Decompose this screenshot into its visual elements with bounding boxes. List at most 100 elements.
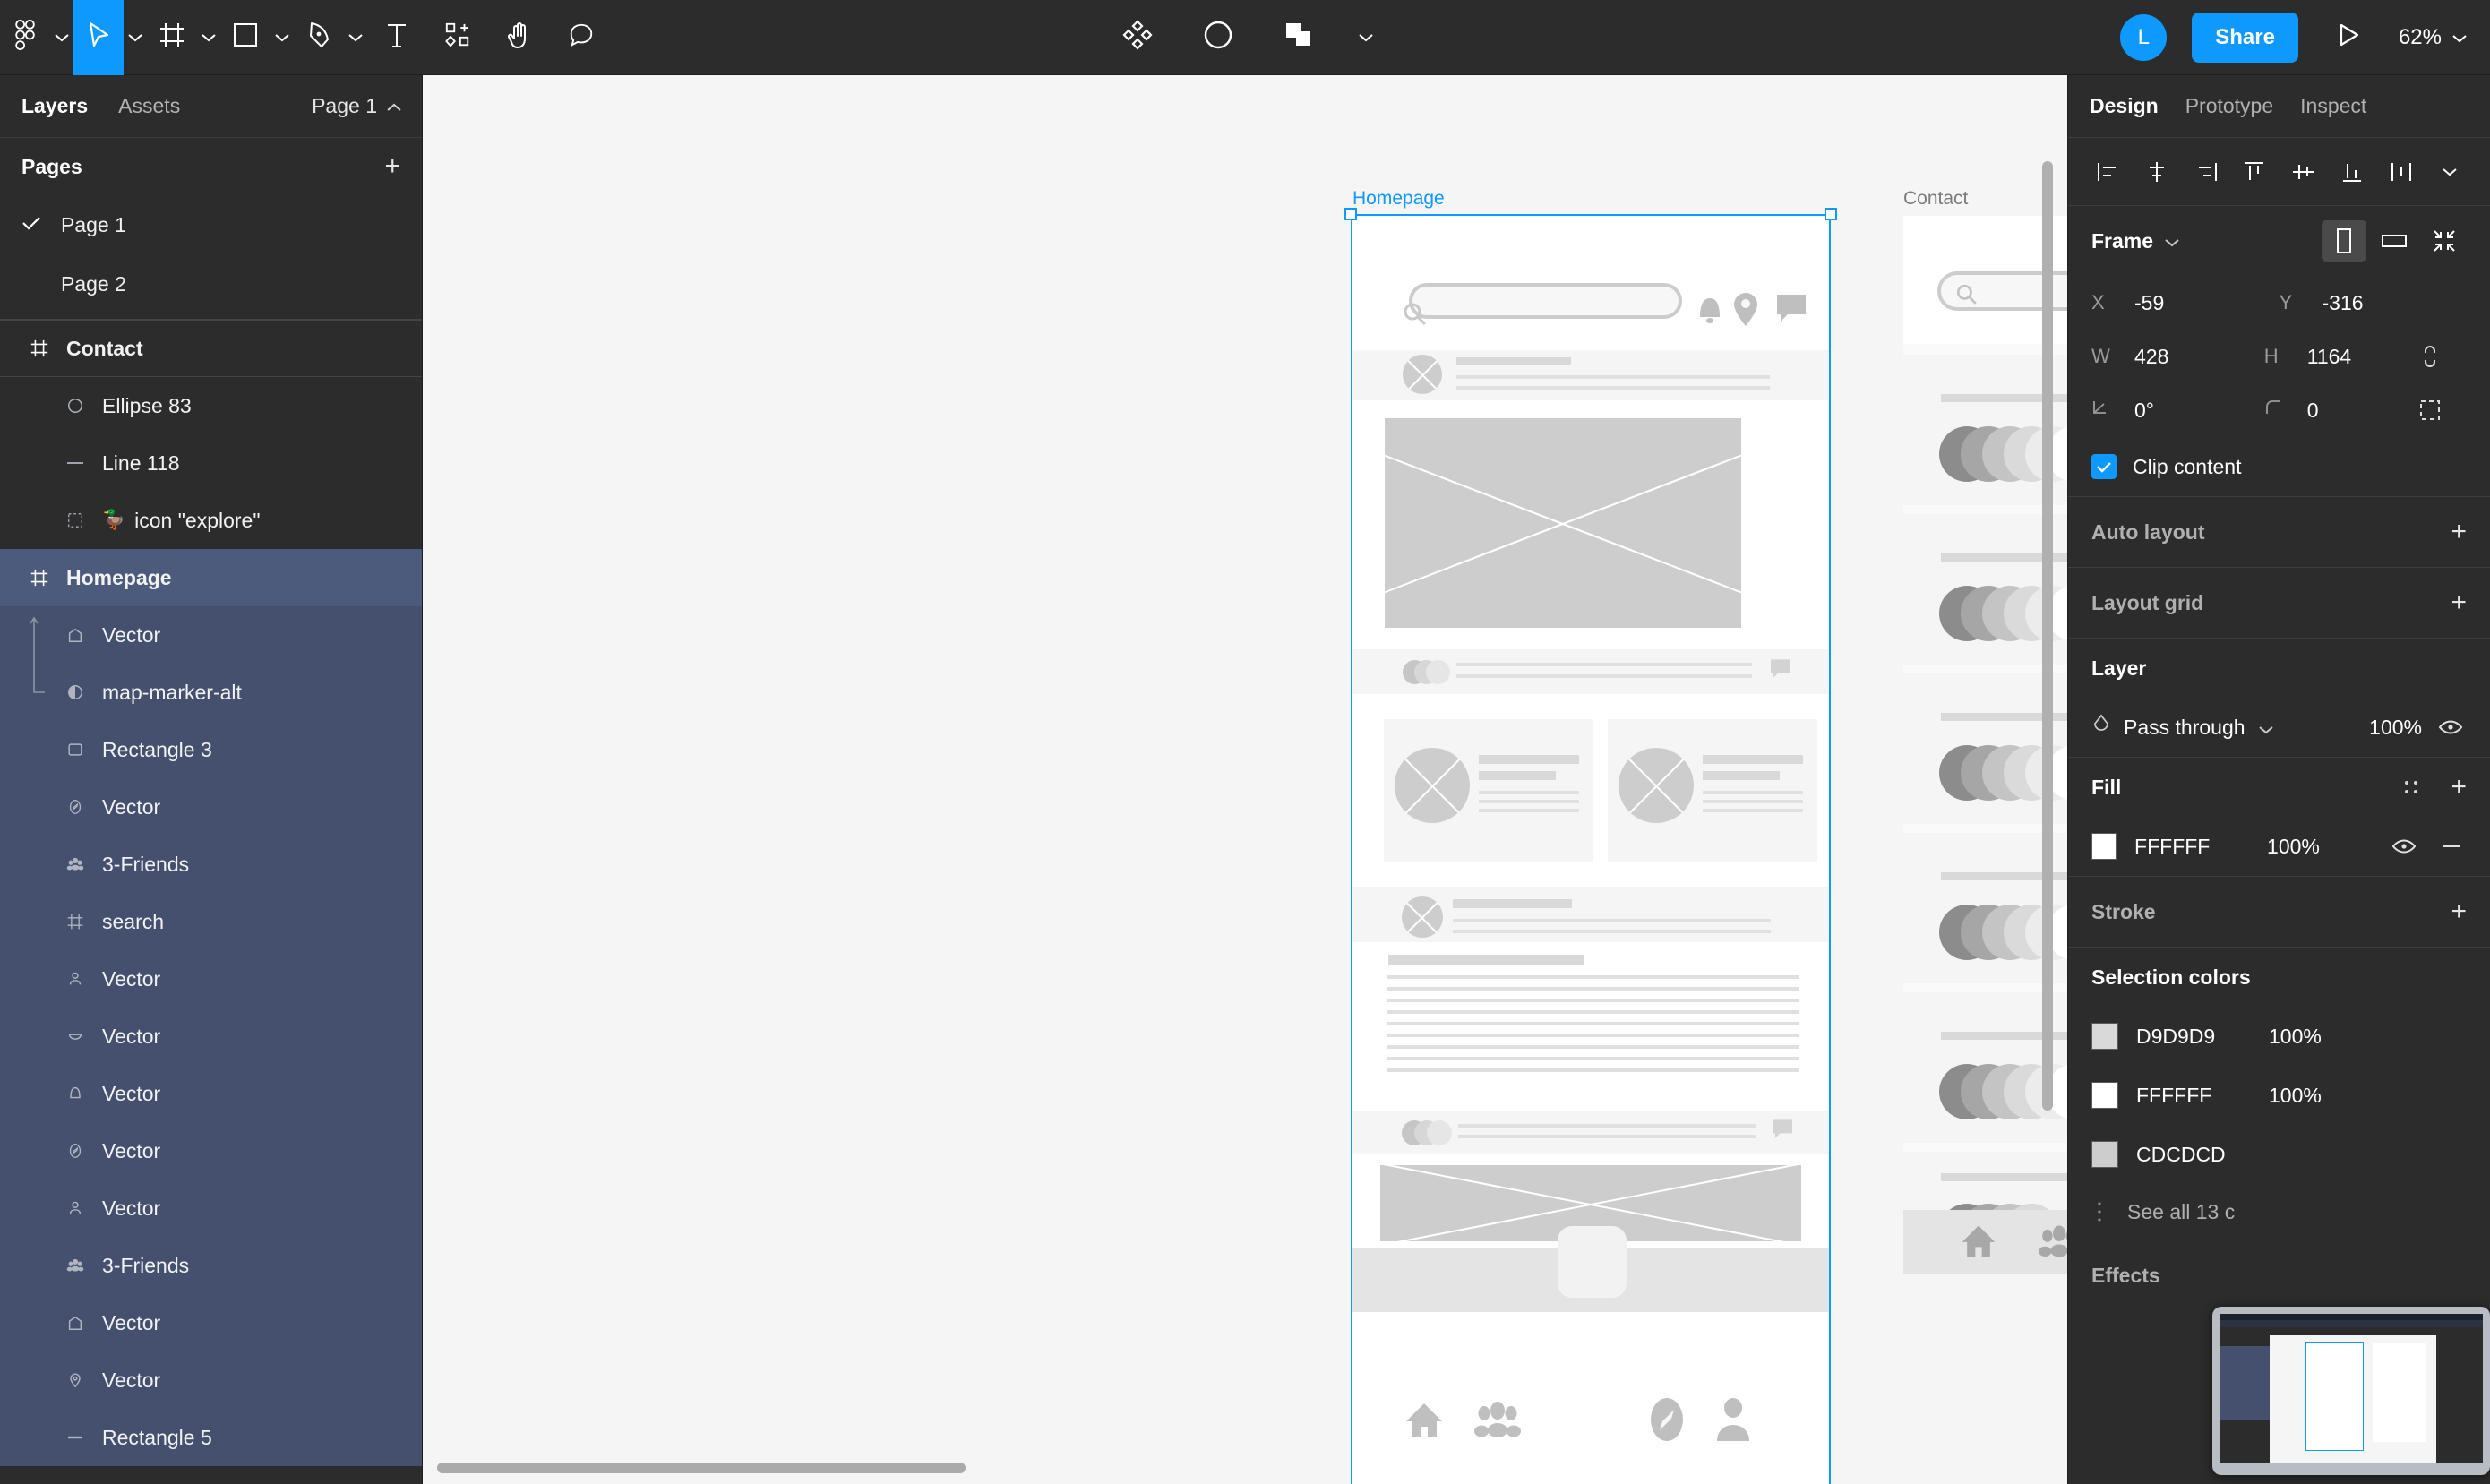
layer-row-vector-map-marker[interactable]: Vector bbox=[0, 1351, 422, 1409]
comment-icon[interactable] bbox=[1770, 1119, 1795, 1142]
fill-color-swatch[interactable] bbox=[2091, 833, 2117, 860]
y-field[interactable]: Y -316 bbox=[2280, 291, 2468, 315]
page-item-page-1[interactable]: Page 1 bbox=[0, 195, 422, 254]
layer-row-vector-bell[interactable]: Vector bbox=[0, 1065, 422, 1122]
nav-people-icon[interactable] bbox=[1474, 1398, 1521, 1441]
hand-tool-button[interactable] bbox=[489, 0, 550, 75]
move-tool-button[interactable] bbox=[73, 0, 124, 75]
add-page-button[interactable]: + bbox=[384, 153, 400, 180]
layer-row-homepage[interactable]: Homepage bbox=[0, 549, 422, 606]
comment-tool-button[interactable] bbox=[550, 0, 613, 75]
text-tool-button[interactable] bbox=[367, 0, 426, 75]
selection-color-swatch[interactable] bbox=[2091, 1141, 2118, 1168]
layer-row-search[interactable]: search bbox=[0, 893, 422, 950]
align-top-icon[interactable] bbox=[2237, 160, 2271, 184]
see-all-colors-row[interactable]: See all 13 c bbox=[2091, 1184, 2467, 1240]
resources-tool-button[interactable] bbox=[426, 0, 489, 75]
fill-opacity-value[interactable]: 100% bbox=[2267, 835, 2353, 859]
nav-home-icon[interactable] bbox=[1403, 1398, 1446, 1441]
page-item-page-2[interactable]: Page 2 bbox=[0, 254, 422, 313]
chevron-down-icon[interactable] bbox=[2164, 229, 2180, 253]
selection-color-opacity[interactable]: 100% bbox=[2269, 1084, 2355, 1108]
align-vertical-center-icon[interactable] bbox=[2287, 160, 2321, 184]
design-canvas[interactable]: Homepage Contact bbox=[423, 75, 2067, 1484]
frame-label-homepage[interactable]: Homepage bbox=[1352, 188, 1445, 210]
create-component-button[interactable] bbox=[1112, 0, 1163, 75]
nav-people-icon[interactable] bbox=[2036, 1222, 2067, 1260]
screen-preview-overlay[interactable] bbox=[2212, 1307, 2490, 1475]
present-button[interactable] bbox=[2323, 0, 2374, 75]
layer-row-map-marker-alt[interactable]: map-marker-alt bbox=[0, 664, 422, 721]
chevron-down-icon[interactable] bbox=[2258, 716, 2274, 740]
boolean-union-caret[interactable] bbox=[1354, 32, 1378, 43]
selection-color-hex[interactable]: CDCDCD bbox=[2136, 1143, 2251, 1167]
comment-icon[interactable] bbox=[1773, 293, 1809, 327]
blend-mode-value[interactable]: Pass through bbox=[2124, 716, 2245, 740]
align-right-icon[interactable] bbox=[2189, 160, 2223, 184]
selection-color-swatch[interactable] bbox=[2091, 1023, 2118, 1050]
boolean-union-button[interactable] bbox=[1274, 0, 1324, 75]
frame-tool-button[interactable] bbox=[147, 0, 197, 75]
tab-layers[interactable]: Layers bbox=[21, 94, 88, 118]
shape-tool-caret[interactable] bbox=[270, 32, 294, 43]
pen-tool-button[interactable] bbox=[294, 0, 344, 75]
selection-color-swatch[interactable] bbox=[2091, 1082, 2118, 1109]
shape-tool-button[interactable] bbox=[220, 0, 270, 75]
remove-fill-button[interactable] bbox=[2437, 843, 2467, 850]
link-icon[interactable] bbox=[2414, 344, 2446, 369]
map-marker-icon[interactable] bbox=[1732, 291, 1759, 327]
nav-person-icon[interactable] bbox=[1714, 1396, 1752, 1443]
distribute-icon[interactable] bbox=[2384, 160, 2418, 184]
bell-icon[interactable] bbox=[1695, 293, 1725, 327]
layer-row-ellipse-83[interactable]: Ellipse 83 bbox=[0, 377, 422, 434]
resize-handle-tr[interactable] bbox=[1825, 208, 1837, 220]
page-selector[interactable]: Page 1 bbox=[312, 94, 402, 118]
layer-row-vector-person-1[interactable]: Vector bbox=[0, 950, 422, 1008]
layers-list[interactable]: Contact Ellipse 83 Line 118 🦆 icon "expl… bbox=[0, 320, 422, 1484]
layer-row-contact[interactable]: Contact bbox=[0, 320, 422, 377]
layer-opacity-value[interactable]: 100% bbox=[2369, 716, 2422, 740]
align-horizontal-center-icon[interactable] bbox=[2140, 160, 2174, 184]
styles-icon[interactable] bbox=[2395, 778, 2427, 796]
selection-color-row[interactable]: D9D9D9 100% bbox=[2091, 1007, 2467, 1066]
layer-row-3-friends-2[interactable]: 3-Friends bbox=[0, 1237, 422, 1294]
canvas-horizontal-scrollbar[interactable] bbox=[437, 1463, 966, 1473]
layer-row-vector-home-2[interactable]: Vector bbox=[0, 1294, 422, 1351]
resize-handle-tl[interactable] bbox=[1344, 208, 1357, 220]
frame-tool-caret[interactable] bbox=[197, 32, 220, 43]
align-bottom-icon[interactable] bbox=[2335, 160, 2369, 184]
move-tool-caret[interactable] bbox=[124, 32, 147, 43]
clip-content-row[interactable]: Clip content bbox=[2091, 437, 2467, 496]
width-field[interactable]: W 428 bbox=[2091, 345, 2264, 369]
layer-row-vector-compass-1[interactable]: Vector bbox=[0, 778, 422, 836]
figma-menu-caret[interactable] bbox=[50, 32, 73, 43]
height-field[interactable]: H 1164 bbox=[2264, 345, 2415, 369]
share-button[interactable]: Share bbox=[2192, 12, 2298, 63]
selection-color-row[interactable]: CDCDCD bbox=[2091, 1125, 2467, 1184]
homepage-search-field[interactable] bbox=[1409, 283, 1682, 319]
selection-color-hex[interactable]: FFFFFF bbox=[2136, 1084, 2251, 1108]
add-auto-layout-button[interactable]: + bbox=[2451, 519, 2467, 545]
layer-row-vector-compass-2[interactable]: Vector bbox=[0, 1122, 422, 1179]
canvas-vertical-scrollbar[interactable] bbox=[2042, 161, 2053, 1111]
add-stroke-button[interactable]: + bbox=[2451, 898, 2467, 925]
x-field[interactable]: X -59 bbox=[2091, 291, 2280, 315]
layer-row-line-118[interactable]: Line 118 bbox=[0, 434, 422, 492]
mask-button[interactable] bbox=[1193, 0, 1243, 75]
add-fill-button[interactable]: + bbox=[2451, 774, 2467, 801]
fill-hex-value[interactable]: FFFFFF bbox=[2134, 835, 2249, 859]
tab-inspect[interactable]: Inspect bbox=[2300, 94, 2366, 118]
tab-assets[interactable]: Assets bbox=[118, 94, 180, 118]
independent-corners-icon[interactable] bbox=[2414, 399, 2446, 422]
eye-icon[interactable] bbox=[2389, 837, 2418, 855]
layer-row-vector-home[interactable]: Vector bbox=[0, 606, 422, 664]
nav-home-icon[interactable] bbox=[1957, 1221, 2000, 1260]
fill-item-row[interactable]: FFFFFF 100% bbox=[2091, 817, 2467, 876]
clip-content-checkbox[interactable] bbox=[2091, 454, 2116, 479]
figma-menu-button[interactable] bbox=[0, 0, 50, 75]
layer-row-rectangle-5[interactable]: Rectangle 5 bbox=[0, 1409, 422, 1466]
portrait-icon[interactable] bbox=[2322, 220, 2366, 262]
pen-tool-caret[interactable] bbox=[344, 32, 367, 43]
eye-icon[interactable] bbox=[2434, 718, 2467, 736]
rotation-field[interactable]: 0° bbox=[2091, 399, 2264, 423]
